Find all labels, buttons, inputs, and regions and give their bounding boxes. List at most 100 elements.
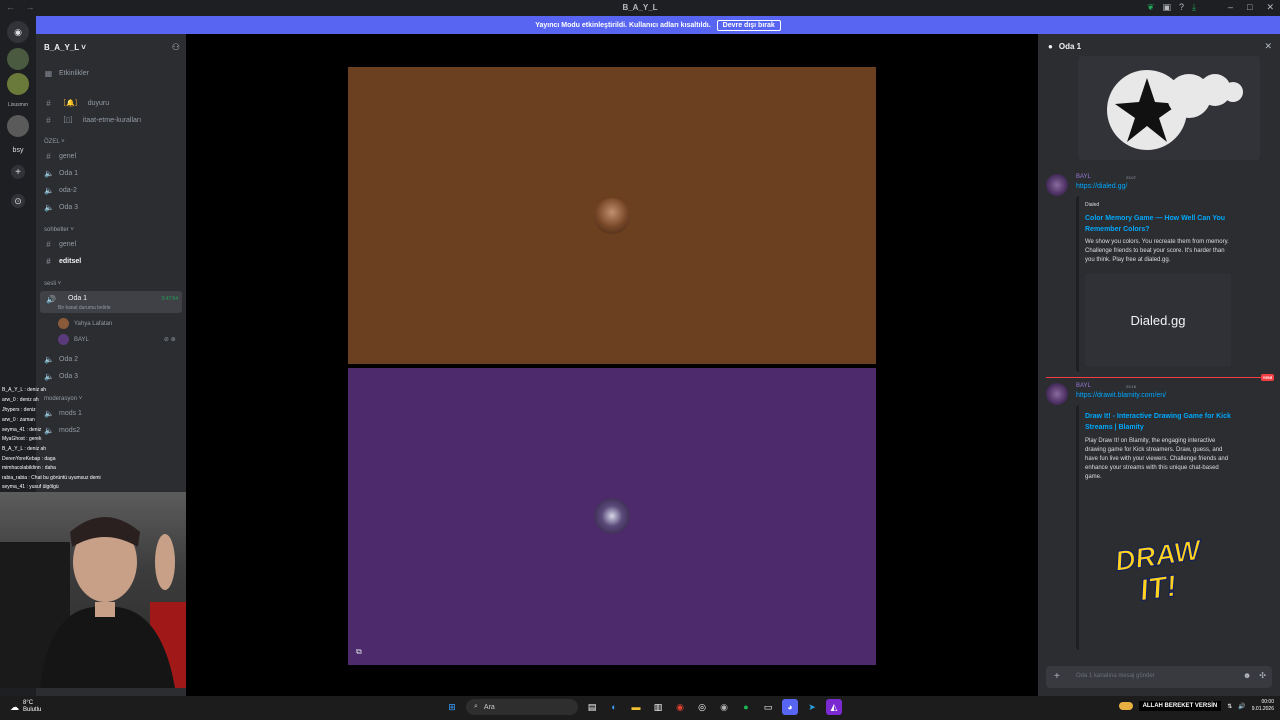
server-avatar-1[interactable] (7, 48, 29, 70)
server-label: Lixusmın (7, 102, 28, 108)
author-name[interactable]: BAYL (1076, 174, 1091, 180)
author-name[interactable]: BAYL (1076, 383, 1091, 389)
channel-duyuru[interactable]: # ［🔔］ duyuru (44, 98, 109, 108)
close-window-icon[interactable]: ✕ (1266, 2, 1274, 13)
composer-icons: ☻ ✣ (1243, 671, 1266, 680)
server-avatar-2[interactable] (7, 73, 29, 95)
voice-channel-oda3b[interactable]: 🔈 Oda 3 (44, 372, 78, 381)
voice-channel-oda2b[interactable]: 🔈 Oda 2 (44, 355, 78, 364)
edge-icon[interactable]: ◐ (606, 699, 622, 715)
voice-channel-oda3[interactable]: 🔈 Oda 3 (44, 203, 78, 212)
guild-name[interactable]: B_A_Y_L ˅ (44, 43, 86, 52)
tray-app-icon[interactable] (1118, 702, 1133, 710)
server-avatar-3[interactable] (7, 115, 29, 137)
category-ozel[interactable]: ÖZEL ˅ (44, 139, 65, 145)
hash-icon: # (46, 152, 51, 161)
kick-icon[interactable]: ◭ (826, 699, 842, 715)
streamer-mode-banner: Yayıncı Modu etkinleştirildi. Kullanıcı … (36, 16, 1280, 34)
voice-channel-oda1[interactable]: 🔈 Oda 1 (44, 169, 78, 178)
apps-icon[interactable]: ✣ (1259, 671, 1266, 680)
chat-line: DerenYoreKebap : daga (2, 456, 56, 462)
help-icon[interactable]: ? (1179, 2, 1184, 13)
message-composer[interactable]: + Oda 1 kanalına mesaj gönder ☻ ✣ (1046, 666, 1272, 688)
terminal-icon[interactable]: ▭ (760, 699, 776, 715)
active-voice-channel[interactable]: 🔊 Oda 1 3:47:54 Bir kanal durumu belirle (40, 291, 182, 313)
chat-line: arw_0 : deniz ah (2, 397, 39, 403)
composer-placeholder[interactable]: Oda 1 kanalına mesaj gönder (1076, 673, 1155, 679)
explore-icon[interactable]: ⊙ (11, 194, 25, 208)
chat-line: arw_0 : zaman (2, 417, 35, 423)
chat-line: seyma_41 : deniz (2, 427, 42, 433)
embed-provider: Dialed (1085, 202, 1100, 208)
spotify-icon[interactable]: ● (738, 699, 754, 715)
category-sohbetler[interactable]: sohbetler ˅ (44, 227, 74, 233)
streamer-figure (0, 517, 190, 688)
maximize-icon[interactable]: □ (1247, 2, 1252, 13)
events-item[interactable]: ▦ Etkinlikler (44, 69, 89, 78)
taskbar-search[interactable]: ⌕ Ara (466, 699, 578, 715)
participant-tile-2[interactable]: ⧉ (348, 368, 876, 665)
voice-user-1[interactable]: Yahya Lafatan (58, 318, 112, 329)
add-attachment-icon[interactable]: + (1054, 671, 1060, 682)
chat-line: B_A_Y_L : deniz ah (2, 387, 47, 393)
message-link[interactable]: https://drawit.blamity.com/en/ (1076, 392, 1166, 399)
embed-title[interactable]: Draw It! - Interactive Drawing Game for … (1085, 411, 1235, 433)
embed-image[interactable]: DRAW IT! (1085, 503, 1231, 643)
leaf-icon[interactable]: ❦ (1147, 2, 1155, 13)
discord-taskbar-icon[interactable]: ◕ (782, 699, 798, 715)
embed-image[interactable]: Dialed.gg (1085, 274, 1231, 366)
network-icon[interactable]: ⇅ (1227, 703, 1232, 710)
inbox-icon[interactable]: ▣ (1162, 2, 1171, 13)
telegram-icon[interactable]: ➤ (804, 699, 820, 715)
search-icon: ⌕ (474, 703, 478, 710)
link-embed: Draw It! - Interactive Drawing Game for … (1076, 405, 1242, 650)
speaker-icon: 🔈 (44, 203, 54, 212)
clock[interactable]: 00:00 9.01.2026 (1252, 699, 1274, 713)
windows-start-icon[interactable]: ⊞ (444, 699, 460, 715)
store-icon[interactable]: ▥ (650, 699, 666, 715)
discord-home-icon[interactable]: ◉ (7, 21, 29, 43)
close-icon[interactable]: ✕ (1264, 41, 1272, 52)
embed-title[interactable]: Color Memory Game — How Well Can You Rem… (1085, 213, 1235, 235)
speaker-icon: 🔈 (44, 372, 54, 381)
webcam-overlay (0, 492, 212, 688)
disable-streamer-mode-button[interactable]: Devre dışı bırak (716, 19, 781, 31)
task-view-icon[interactable]: ▤ (584, 699, 600, 715)
channel-genel[interactable]: # genel (44, 152, 76, 161)
popout-icon[interactable]: ⧉ (356, 647, 362, 657)
volume-icon[interactable]: 🔊 (1238, 703, 1245, 710)
category-sesli[interactable]: sesli ˅ (44, 281, 61, 287)
file-explorer-icon[interactable]: ▬ (628, 699, 644, 715)
obs-icon[interactable]: ◎ (694, 699, 710, 715)
voice-channel-oda2[interactable]: 🔈 oda-2 (44, 186, 77, 195)
message-link[interactable]: https://dialed.gg/ (1076, 183, 1127, 190)
minimize-icon[interactable]: – (1228, 2, 1233, 13)
emoji-icon[interactable]: ☻ (1243, 671, 1251, 680)
weather-widget[interactable]: ☁ 8°C Bulutlu (10, 700, 41, 714)
voice-user-2[interactable]: BAYL ⊘ ⊛ (58, 334, 176, 345)
avatar (1046, 383, 1068, 405)
voice-status[interactable]: Bir kanal durumu belirle (58, 305, 111, 311)
download-icon[interactable]: ⤓ (1192, 2, 1196, 13)
chat-bubble-icon: ● (1048, 42, 1053, 51)
sticker-art (1107, 70, 1243, 150)
server-label[interactable]: bsy (2, 147, 34, 154)
embed-image-text: Dialed.gg (1130, 312, 1186, 328)
chrome-icon[interactable]: ◉ (672, 699, 688, 715)
chrome-alt-icon[interactable]: ◉ (716, 699, 732, 715)
temperature: 8°C (23, 700, 34, 706)
calendar-icon: ▦ (44, 69, 53, 78)
chat-line: MyaGhost : gerek (2, 436, 42, 442)
channel-genel-2[interactable]: # genel (44, 240, 76, 249)
windows-taskbar: ☁ 8°C Bulutlu ⊞ ⌕ Ara ▤ ◐ ▬ ▥ ◉ ◎ ◉ ● ▭ ◕ … (0, 696, 1280, 720)
channel-kurallar[interactable]: # ［▯］ itaat-etme-kuralları (44, 115, 141, 125)
add-server-icon[interactable]: + (11, 165, 25, 179)
channel-editsel[interactable]: # editsel (44, 257, 81, 266)
tray-marquee: ALLAH BEREKET VERSİN (1138, 701, 1222, 711)
weather-condition: Bulutlu (23, 707, 42, 713)
new-messages-tag: YENİ (1260, 374, 1274, 381)
timestamp: 23:16 (1126, 384, 1137, 389)
window-titlebar: ← → B_A_Y_L ❦ ▣ ? ⤓ – □ ✕ (0, 0, 1280, 16)
participant-tile-1[interactable] (348, 67, 876, 364)
add-member-icon[interactable]: ⚇ (172, 42, 180, 53)
